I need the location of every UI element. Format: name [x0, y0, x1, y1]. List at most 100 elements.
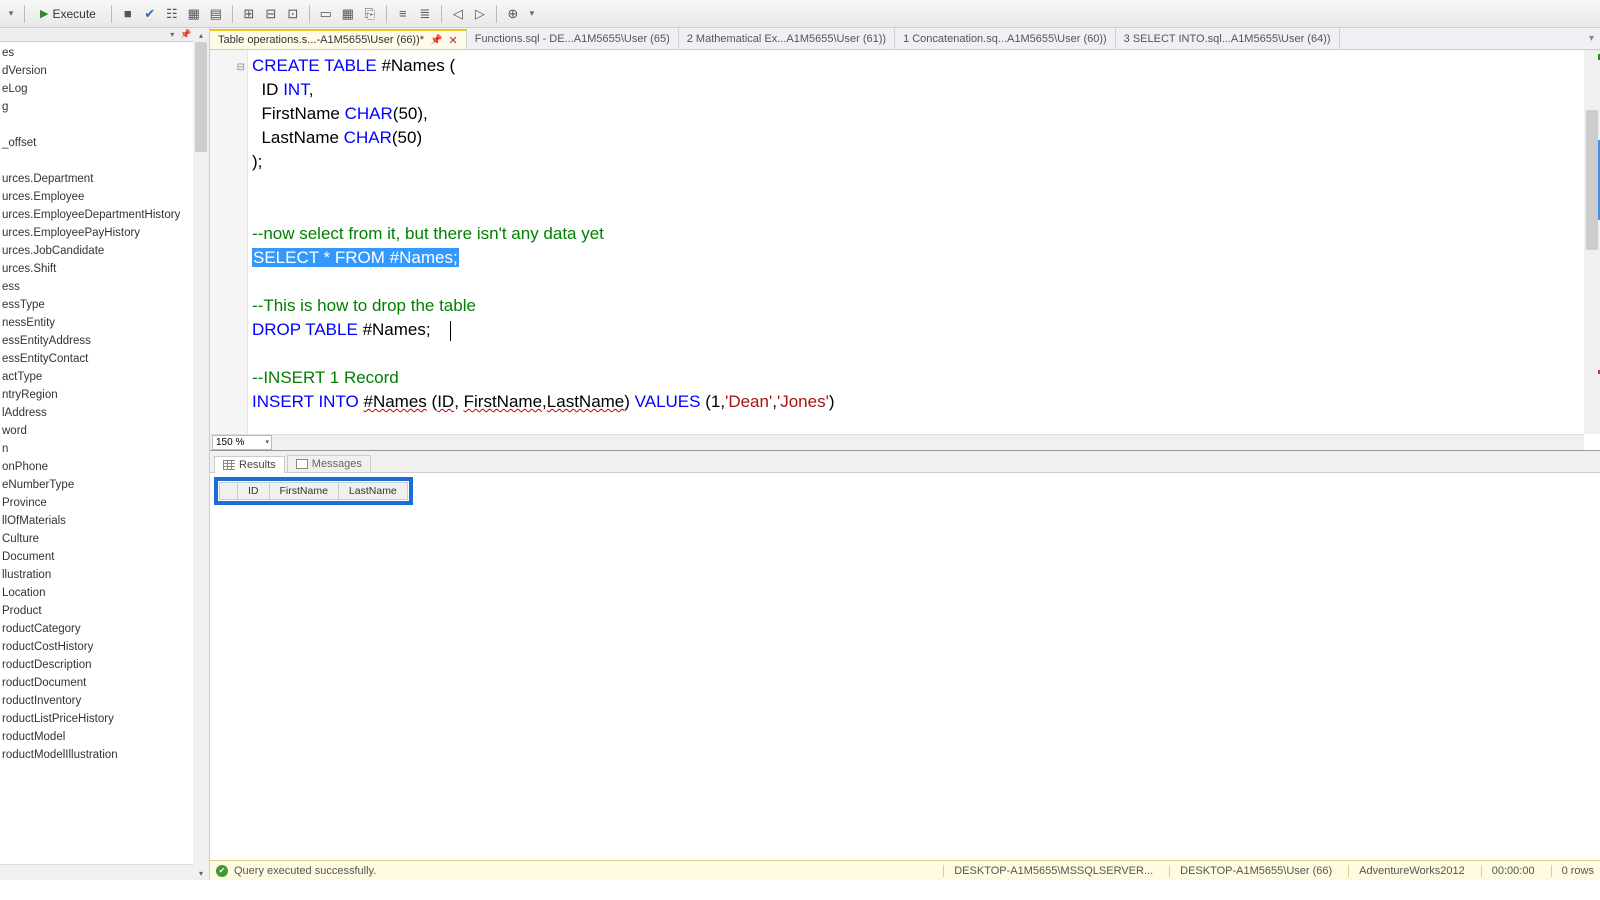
- tree-item[interactable]: roductCategory: [0, 620, 209, 638]
- tree-item[interactable]: Province: [0, 494, 209, 512]
- tree-item[interactable]: eNumberType: [0, 476, 209, 494]
- grid-header[interactable]: FirstName: [269, 483, 338, 500]
- scroll-up-icon[interactable]: ▴: [193, 28, 209, 42]
- grid-header[interactable]: LastName: [338, 483, 407, 500]
- results-file-icon[interactable]: ⎘: [360, 4, 380, 24]
- pin-icon[interactable]: 📌: [430, 35, 442, 46]
- tab-dropdown-icon[interactable]: ▾: [1587, 33, 1596, 44]
- decrease-indent-icon[interactable]: ◁: [448, 4, 468, 24]
- status-time: 00:00:00: [1481, 865, 1535, 877]
- document-tab[interactable]: 3 SELECT INTO.sql...A1M5655\User (64)): [1116, 28, 1340, 49]
- close-icon[interactable]: ✕: [449, 34, 458, 47]
- gutter: ⊟: [210, 50, 248, 450]
- tree-item[interactable]: urces.Department: [0, 170, 209, 188]
- tree-item[interactable]: eLog: [0, 80, 209, 98]
- document-tab[interactable]: Functions.sql - DE...A1M5655\User (65): [467, 28, 679, 49]
- tab-label: 1 Concatenation.sq...A1M5655\User (60)): [903, 33, 1107, 45]
- toolbar: ▾ ▶ Execute ■ ✔ ☷ ▦ ▤ ⊞ ⊟ ⊡ ▭ ▦ ⎘ ≡ ≣ ◁ …: [0, 0, 1600, 28]
- tab-results[interactable]: Results: [214, 456, 285, 473]
- execute-label: Execute: [52, 7, 95, 21]
- tree-item[interactable]: roductDocument: [0, 674, 209, 692]
- intellisense-icon[interactable]: ▤: [206, 4, 226, 24]
- tree-item[interactable]: dVersion: [0, 62, 209, 80]
- increase-indent-icon[interactable]: ▷: [470, 4, 490, 24]
- results-grid[interactable]: ID FirstName LastName: [219, 482, 408, 500]
- execute-button[interactable]: ▶ Execute: [31, 3, 105, 25]
- scroll-down-icon[interactable]: ▾: [193, 866, 209, 880]
- uncomment-icon[interactable]: ≣: [415, 4, 435, 24]
- comment-icon[interactable]: ≡: [393, 4, 413, 24]
- grid-corner[interactable]: [220, 483, 238, 500]
- include-plan-icon[interactable]: ⊞: [239, 4, 259, 24]
- code-body[interactable]: CREATE TABLE #Names ( ID INT, FirstName …: [248, 50, 1600, 450]
- zoom-value: 150 %: [216, 431, 244, 451]
- tree-item[interactable]: g: [0, 98, 209, 116]
- tree-item[interactable]: Document: [0, 548, 209, 566]
- code-editor[interactable]: ⊟ CREATE TABLE #Names ( ID INT, FirstNam…: [210, 50, 1600, 450]
- tree-item[interactable]: ntryRegion: [0, 386, 209, 404]
- tree-item[interactable]: roductDescription: [0, 656, 209, 674]
- tree-item[interactable]: onPhone: [0, 458, 209, 476]
- tree-item[interactable]: Location: [0, 584, 209, 602]
- tree-item[interactable]: llustration: [0, 566, 209, 584]
- tree-item[interactable]: [0, 116, 209, 134]
- query-options-icon[interactable]: ▦: [184, 4, 204, 24]
- dropdown-icon: ▾: [265, 431, 269, 451]
- tree-item[interactable]: urces.Shift: [0, 260, 209, 278]
- tree-item[interactable]: roductListPriceHistory: [0, 710, 209, 728]
- tree-item[interactable]: [0, 152, 209, 170]
- dropdown-icon[interactable]: ▾: [525, 4, 539, 24]
- object-tree[interactable]: esdVersioneLogg _offset urces.Department…: [0, 42, 209, 864]
- messages-icon: [296, 459, 308, 469]
- tree-item[interactable]: essType: [0, 296, 209, 314]
- sidebar-scrollbar[interactable]: ▴ ▾: [193, 28, 209, 880]
- tree-item[interactable]: roductModelIllustration: [0, 746, 209, 764]
- tree-item[interactable]: roductInventory: [0, 692, 209, 710]
- scroll-thumb[interactable]: [195, 42, 207, 152]
- debug-icon[interactable]: ■: [118, 4, 138, 24]
- tree-item[interactable]: Product: [0, 602, 209, 620]
- tree-item[interactable]: essEntityContact: [0, 350, 209, 368]
- tree-item[interactable]: word: [0, 422, 209, 440]
- tree-item[interactable]: Culture: [0, 530, 209, 548]
- specify-values-icon[interactable]: ⊕: [503, 4, 523, 24]
- document-tab[interactable]: 1 Concatenation.sq...A1M5655\User (60)): [895, 28, 1116, 49]
- estimated-plan-icon[interactable]: ☷: [162, 4, 182, 24]
- tree-item[interactable]: urces.EmployeeDepartmentHistory: [0, 206, 209, 224]
- tree-item[interactable]: urces.JobCandidate: [0, 242, 209, 260]
- grid-header[interactable]: ID: [238, 483, 270, 500]
- editor-vscrollbar[interactable]: [1584, 50, 1600, 434]
- results-text-icon[interactable]: ▭: [316, 4, 336, 24]
- grid-icon: [223, 460, 235, 470]
- scroll-thumb[interactable]: [1586, 110, 1598, 250]
- client-stats-icon[interactable]: ⊡: [283, 4, 303, 24]
- tree-item[interactable]: roductCostHistory: [0, 638, 209, 656]
- tree-item[interactable]: actType: [0, 368, 209, 386]
- tree-item[interactable]: urces.Employee: [0, 188, 209, 206]
- results-grid-icon[interactable]: ▦: [338, 4, 358, 24]
- tree-item[interactable]: n: [0, 440, 209, 458]
- tree-item[interactable]: _offset: [0, 134, 209, 152]
- tab-label: Table operations.s...-A1M5655\User (66))…: [218, 34, 424, 46]
- parse-icon[interactable]: ✔: [140, 4, 160, 24]
- editor-hscrollbar[interactable]: 150 % ▾: [210, 434, 1584, 450]
- pin-icon[interactable]: 📌: [178, 29, 193, 40]
- sidebar-hscroll[interactable]: ▸: [0, 864, 209, 880]
- tree-item[interactable]: es: [0, 44, 209, 62]
- document-tab[interactable]: Table operations.s...-A1M5655\User (66))…: [210, 29, 467, 50]
- tree-item[interactable]: ess: [0, 278, 209, 296]
- dropdown-icon[interactable]: ▾: [4, 4, 18, 24]
- tree-item[interactable]: essEntityAddress: [0, 332, 209, 350]
- tab-label: Functions.sql - DE...A1M5655\User (65): [475, 33, 670, 45]
- tree-item[interactable]: roductModel: [0, 728, 209, 746]
- include-stats-icon[interactable]: ⊟: [261, 4, 281, 24]
- zoom-dropdown[interactable]: 150 % ▾: [212, 435, 272, 450]
- tree-item[interactable]: urces.EmployeePayHistory: [0, 224, 209, 242]
- fold-icon[interactable]: ⊟: [237, 56, 245, 80]
- dropdown-icon[interactable]: ▾: [168, 30, 176, 39]
- tree-item[interactable]: llOfMaterials: [0, 512, 209, 530]
- tab-messages[interactable]: Messages: [287, 455, 371, 472]
- tree-item[interactable]: lAddress: [0, 404, 209, 422]
- document-tab[interactable]: 2 Mathematical Ex...A1M5655\User (61)): [679, 28, 895, 49]
- tree-item[interactable]: nessEntity: [0, 314, 209, 332]
